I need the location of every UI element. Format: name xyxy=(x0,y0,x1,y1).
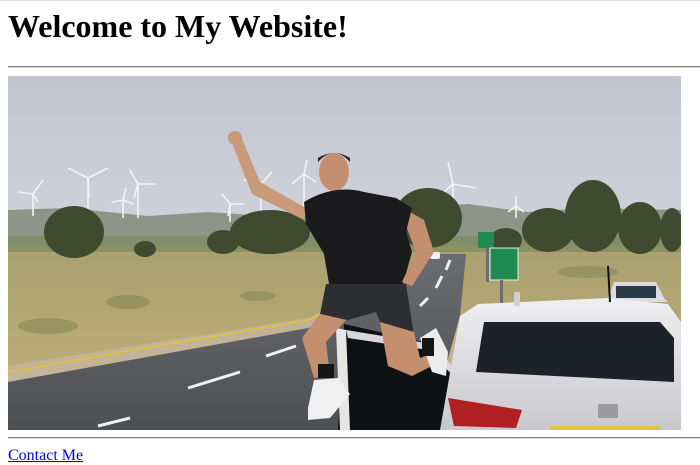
contact-me-link[interactable]: Contact Me xyxy=(8,447,83,465)
page-title: Welcome to My Website! xyxy=(8,8,348,44)
divider-bottom xyxy=(8,437,700,439)
hero-photo xyxy=(8,76,681,430)
divider-top xyxy=(8,66,700,68)
top-border xyxy=(0,0,700,1)
